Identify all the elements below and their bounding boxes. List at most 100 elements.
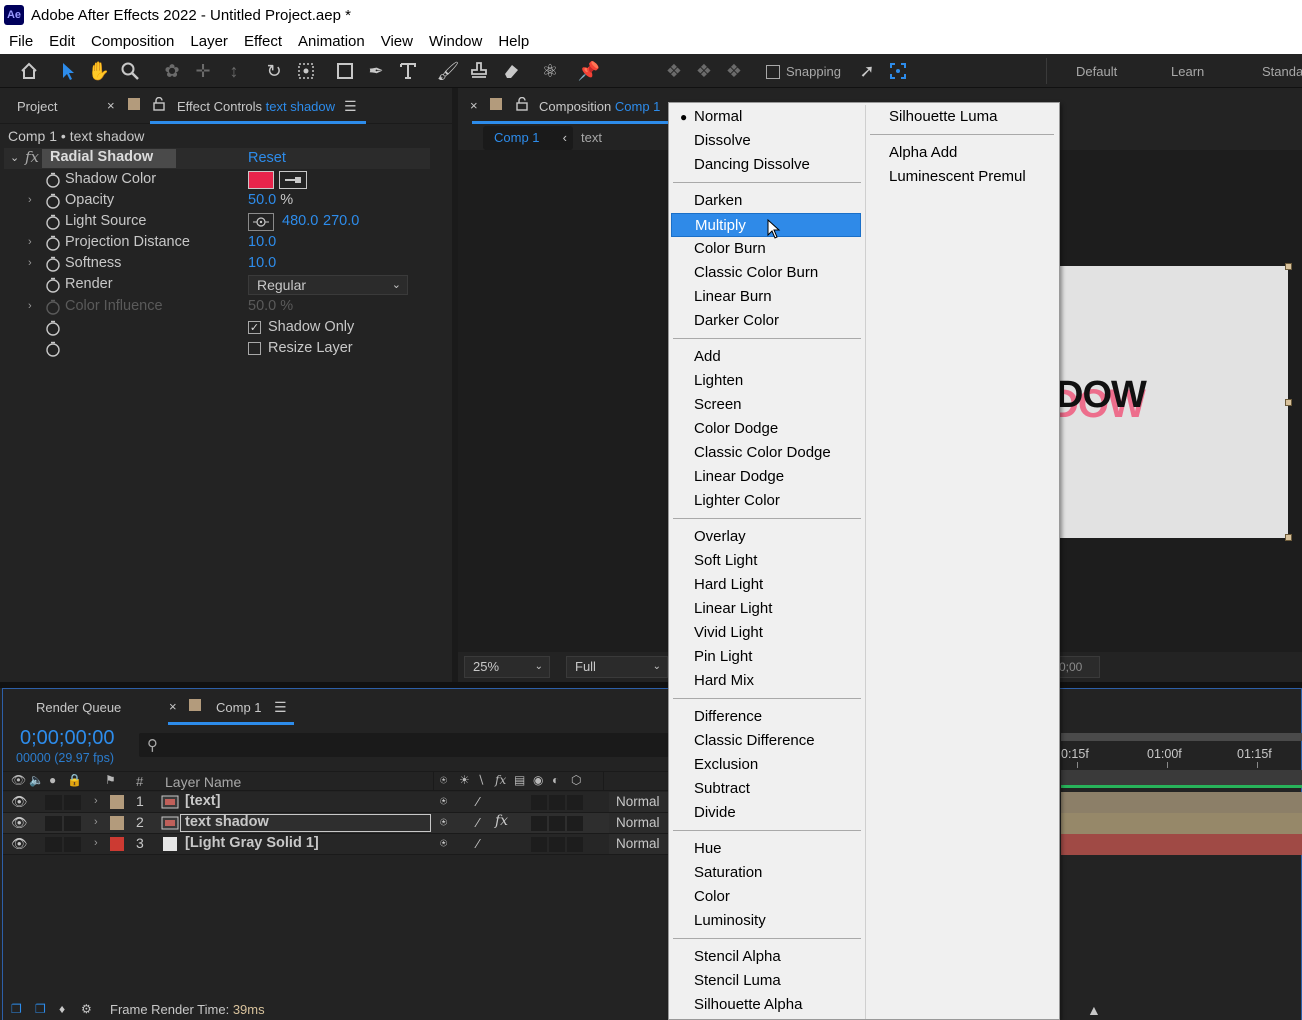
switch-box[interactable] xyxy=(567,795,583,810)
clone-stamp-tool-icon[interactable] xyxy=(467,59,491,83)
solo-switch[interactable] xyxy=(64,816,81,831)
frame-blending-icon[interactable]: ▤ xyxy=(514,773,525,787)
dolly-camera-icon[interactable]: ↕ xyxy=(222,59,246,83)
softness-value[interactable]: 10.0 xyxy=(248,255,276,271)
light-source-y[interactable]: 270.0 xyxy=(323,213,359,229)
expand-chevron-icon[interactable]: › xyxy=(28,236,32,248)
in-out-toggle-icon[interactable]: ♦ xyxy=(59,1002,75,1018)
stopwatch-icon[interactable] xyxy=(45,277,61,293)
menu-help[interactable]: Help xyxy=(490,30,537,54)
lock-icon[interactable]: 🔒 xyxy=(67,773,82,787)
light-source-x[interactable]: 480.0 xyxy=(282,213,318,229)
menu-item-multiply[interactable]: Multiply xyxy=(671,213,861,237)
reset-button[interactable]: Reset xyxy=(248,150,286,166)
breadcrumb-comp1[interactable]: Comp 1 ‹ xyxy=(483,126,573,150)
shy-switch-icon[interactable]: ⍟ xyxy=(440,836,447,851)
opacity-number[interactable]: 50.0 xyxy=(248,192,276,208)
expand-chevron-icon[interactable]: ⌄ xyxy=(10,151,19,164)
effect-row-radial-shadow[interactable]: ⌄ fx Radial Shadow Reset xyxy=(4,148,430,169)
menu-item-darken[interactable]: Darken xyxy=(671,189,861,213)
menu-window[interactable]: Window xyxy=(421,30,490,54)
layer-search-input[interactable]: ⚲ xyxy=(139,733,669,757)
magnification-dropdown[interactable]: 25% ⌄ xyxy=(464,656,550,678)
blend-mode-dropdown[interactable]: Normal xyxy=(609,792,671,812)
orbit-camera-icon[interactable]: ✿ xyxy=(160,59,184,83)
tab-composition[interactable]: Composition Comp 1 xyxy=(539,99,660,114)
current-time-display[interactable]: 0;00;00;00 xyxy=(20,727,115,750)
render-dropdown[interactable]: Regular ⌄ xyxy=(248,275,408,295)
audio-switch[interactable] xyxy=(45,795,62,810)
close-tab-icon[interactable]: × xyxy=(169,699,177,714)
menu-view[interactable]: View xyxy=(373,30,421,54)
close-tab-icon[interactable]: × xyxy=(107,98,115,113)
column-layer-name-header[interactable]: Layer Name xyxy=(165,774,241,790)
menu-item-hard-light[interactable]: Hard Light xyxy=(671,573,861,597)
fx-toggle-icon[interactable]: fx xyxy=(25,148,39,166)
world-axis-icon[interactable]: ❖ xyxy=(692,59,716,83)
switch-box[interactable] xyxy=(567,816,583,831)
menu-item-hard-mix[interactable]: Hard Mix xyxy=(671,669,861,693)
menu-item-screen[interactable]: Screen xyxy=(671,393,861,417)
stopwatch-icon[interactable] xyxy=(45,214,61,230)
switch-box[interactable] xyxy=(549,816,565,831)
panel-menu-icon[interactable]: ☰ xyxy=(274,699,287,716)
collapse-icon[interactable]: ☀ xyxy=(459,773,470,787)
menu-item-color[interactable]: Color xyxy=(671,885,861,909)
shadow-color-swatch[interactable] xyxy=(248,171,274,189)
menu-item-silhouette-luma[interactable]: Silhouette Luma xyxy=(866,105,1058,129)
bounding-handle[interactable] xyxy=(1285,399,1292,406)
menu-item-darker-color[interactable]: Darker Color xyxy=(671,309,861,333)
switch-box[interactable] xyxy=(567,837,583,852)
eye-icon[interactable]: 👁 xyxy=(11,794,28,810)
menu-item-linear-dodge[interactable]: Linear Dodge xyxy=(671,465,861,489)
tab-effect-controls[interactable]: Effect Controls text shadow xyxy=(177,99,335,114)
layer-duration-bar[interactable] xyxy=(1061,792,1302,813)
menu-edit[interactable]: Edit xyxy=(41,30,83,54)
quality-switch-icon[interactable]: ∕ xyxy=(477,794,479,809)
view-axis-icon[interactable]: ❖ xyxy=(722,59,746,83)
layer-row[interactable]: 👁 › 1 [text] ⍟ ∕ Normal xyxy=(3,792,671,813)
expand-chevron-icon[interactable]: › xyxy=(94,816,98,828)
projection-distance-value[interactable]: 10.0 xyxy=(248,234,276,250)
menu-item-pin-light[interactable]: Pin Light xyxy=(671,645,861,669)
audio-icon[interactable]: 🔈 xyxy=(29,773,44,787)
menu-item-divide[interactable]: Divide xyxy=(671,801,861,825)
column-divider[interactable] xyxy=(603,772,604,791)
workspace-learn[interactable]: Learn xyxy=(1171,64,1204,79)
switch-box[interactable] xyxy=(531,816,547,831)
menu-item-linear-burn[interactable]: Linear Burn xyxy=(671,285,861,309)
stopwatch-icon[interactable] xyxy=(45,193,61,209)
rectangle-tool-icon[interactable] xyxy=(333,59,357,83)
quality-switch-icon[interactable]: ∕ xyxy=(477,836,479,851)
menu-item-difference[interactable]: Difference xyxy=(671,705,861,729)
type-tool-icon[interactable] xyxy=(396,59,420,83)
menu-item-color-burn[interactable]: Color Burn xyxy=(671,237,861,261)
adjustment-layer-icon[interactable]: ◐ xyxy=(552,773,559,787)
blend-mode-dropdown[interactable]: Normal xyxy=(609,834,671,854)
close-tab-icon[interactable]: × xyxy=(470,98,478,113)
menu-item-lighter-color[interactable]: Lighter Color xyxy=(671,489,861,513)
lock-icon[interactable] xyxy=(516,97,528,111)
3d-layer-icon[interactable]: ⬡ xyxy=(571,773,581,787)
work-area-bar[interactable] xyxy=(1061,733,1302,741)
stopwatch-icon[interactable] xyxy=(45,341,61,357)
quality-switch-icon[interactable]: ∕ xyxy=(477,815,479,830)
breadcrumb-text-layer[interactable]: text xyxy=(581,126,602,150)
workspace-default[interactable]: Default xyxy=(1076,64,1117,79)
transfer-controls-toggle-icon[interactable]: ❐ xyxy=(35,1002,51,1018)
menu-item-dancing-dissolve[interactable]: Dancing Dissolve xyxy=(671,153,861,177)
tab-project[interactable]: Project xyxy=(17,99,57,114)
layer-duration-bar[interactable] xyxy=(1061,834,1302,855)
switch-box[interactable] xyxy=(549,795,565,810)
quality-icon[interactable]: ∖ xyxy=(477,773,485,787)
rotation-tool-icon[interactable]: ↻ xyxy=(262,59,286,83)
resize-layer-checkbox-row[interactable]: Resize Layer xyxy=(248,340,353,356)
panel-menu-icon[interactable]: ☰ xyxy=(344,98,357,115)
pen-tool-icon[interactable]: ✒ xyxy=(364,59,388,83)
pan-camera-icon[interactable]: ✛ xyxy=(191,59,215,83)
solo-switch[interactable] xyxy=(64,795,81,810)
bounding-handle[interactable] xyxy=(1285,263,1292,270)
switch-box[interactable] xyxy=(531,795,547,810)
label-tag-icon[interactable]: ⚑ xyxy=(105,773,116,787)
snapping-toggle[interactable]: Snapping xyxy=(766,64,841,79)
